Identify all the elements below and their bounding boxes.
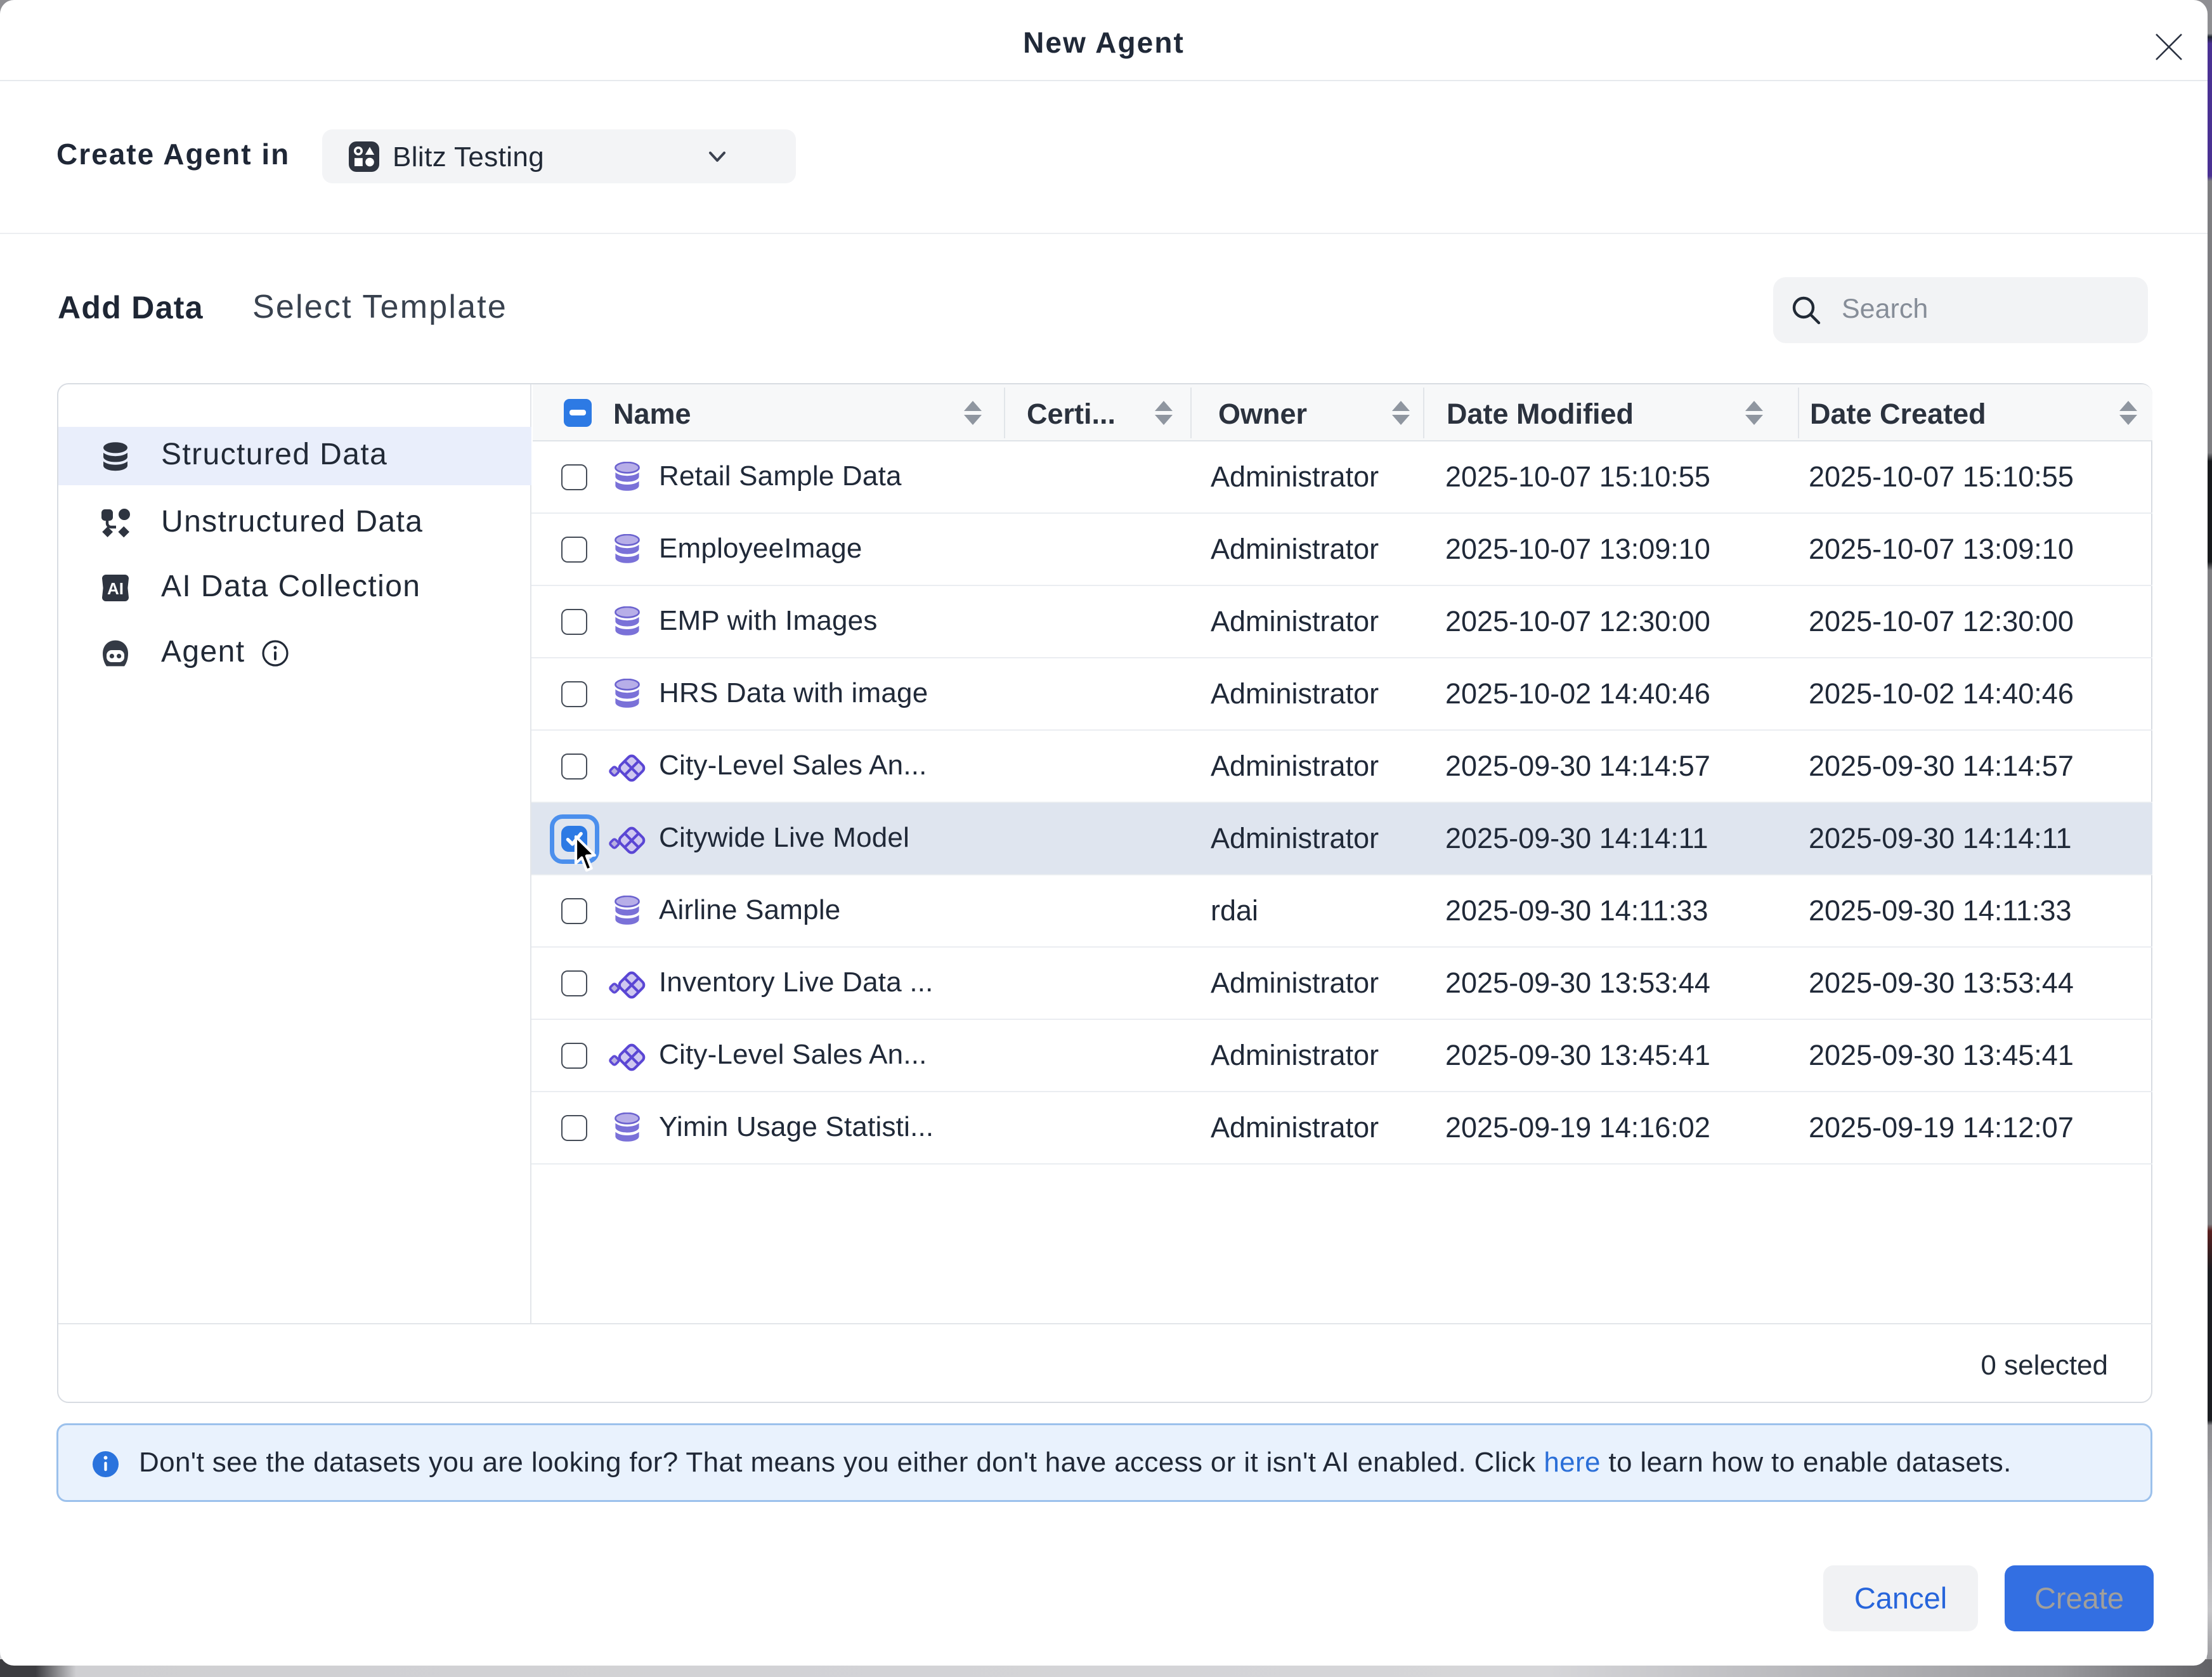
svg-text:AI: AI: [107, 579, 124, 598]
